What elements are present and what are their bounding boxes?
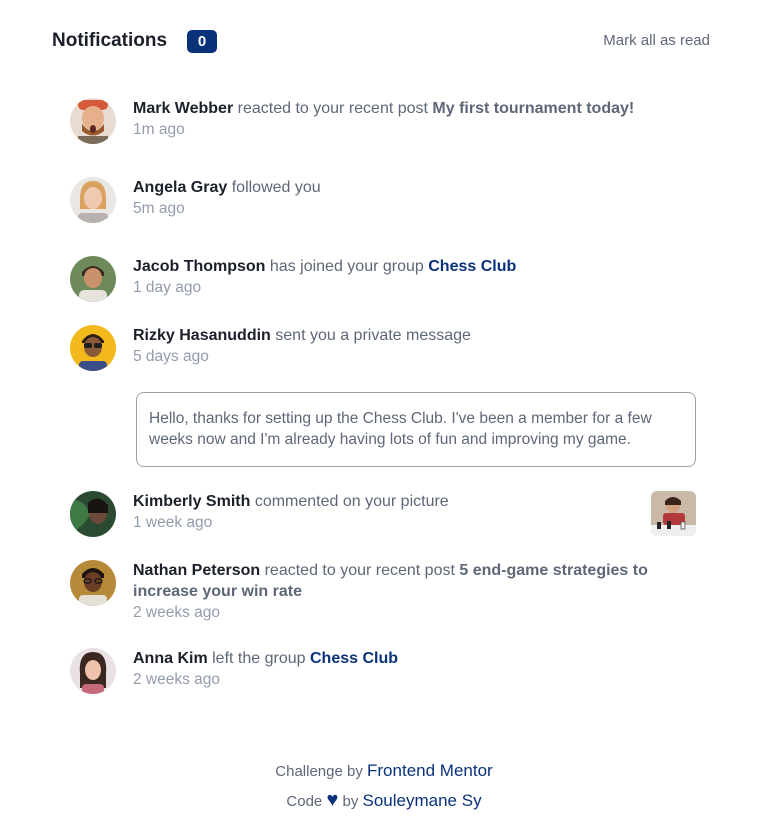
notification-time: 2 weeks ago — [133, 604, 221, 621]
user-name[interactable]: Kimberly Smith — [133, 493, 250, 510]
notification-content: Mark Webber reacted to your recent post … — [133, 98, 700, 140]
header: Notifications 0 Mark all as read — [52, 30, 712, 54]
notification-content: Anna Kim left the group Chess Club 2 wee… — [133, 648, 700, 690]
group-link[interactable]: Chess Club — [310, 650, 398, 667]
notification-content: Angela Gray followed you 5m ago — [133, 177, 700, 219]
notification-time: 1 day ago — [133, 279, 202, 296]
user-name[interactable]: Mark Webber — [133, 100, 233, 117]
notification-item[interactable]: Angela Gray followed you 5m ago — [70, 177, 700, 256]
attribution-footer: Challenge by Frontend Mentor Code ♥ by S… — [0, 756, 768, 816]
avatar-rizky-hasanuddin[interactable] — [70, 325, 116, 371]
chess-picture-thumbnail[interactable] — [651, 491, 696, 536]
notification-item[interactable]: Nathan Peterson reacted to your recent p… — [70, 560, 700, 648]
notification-content: Kimberly Smith commented on your picture… — [133, 491, 700, 533]
notification-action: has joined your group — [269, 258, 424, 275]
notification-time: 1 week ago — [133, 514, 213, 531]
avatar-angela-gray[interactable] — [70, 177, 116, 223]
author-link[interactable]: Souleymane Sy — [363, 791, 482, 810]
notification-action: commented on your picture — [254, 493, 449, 510]
notification-time: 1m ago — [133, 121, 185, 138]
avatar-anna-kim[interactable] — [70, 648, 116, 694]
avatar-jacob-thompson[interactable] — [70, 256, 116, 302]
private-message-preview[interactable]: Hello, thanks for setting up the Chess C… — [136, 392, 696, 467]
user-name[interactable]: Rizky Hasanuddin — [133, 327, 271, 344]
notification-content: Rizky Hasanuddin sent you a private mess… — [133, 325, 700, 367]
frontend-mentor-link[interactable]: Frontend Mentor — [367, 761, 493, 780]
notification-content: Jacob Thompson has joined your group Che… — [133, 256, 700, 298]
by-label: by — [342, 793, 359, 810]
notification-item[interactable]: Rizky Hasanuddin sent you a private mess… — [70, 325, 700, 375]
avatar-kimberly-smith[interactable] — [70, 491, 116, 537]
page-title: Notifications — [52, 30, 168, 51]
user-name[interactable]: Nathan Peterson — [133, 562, 260, 579]
challenge-prefix: Challenge by — [275, 763, 363, 780]
notification-time: 5 days ago — [133, 348, 209, 365]
user-name[interactable]: Jacob Thompson — [133, 258, 265, 275]
heart-icon: ♥ — [326, 789, 339, 811]
notification-item[interactable]: Kimberly Smith commented on your picture… — [70, 491, 700, 560]
avatar-mark-webber[interactable] — [70, 98, 116, 144]
user-name[interactable]: Angela Gray — [133, 179, 227, 196]
notification-action: reacted to your recent post — [237, 100, 428, 117]
notification-time: 5m ago — [133, 200, 185, 217]
notification-item[interactable]: Jacob Thompson has joined your group Che… — [70, 256, 700, 325]
notification-list: Mark Webber reacted to your recent post … — [70, 98, 700, 708]
mark-all-read-button[interactable]: Mark all as read — [603, 32, 710, 49]
notification-item[interactable]: Mark Webber reacted to your recent post … — [70, 98, 700, 177]
notification-item[interactable]: Anna Kim left the group Chess Club 2 wee… — [70, 648, 700, 708]
post-link[interactable]: My first tournament today! — [432, 100, 634, 117]
notification-time: 2 weeks ago — [133, 671, 221, 688]
notification-action: reacted to your recent post — [264, 562, 455, 579]
code-prefix: Code — [286, 793, 323, 810]
notification-action: followed you — [231, 179, 321, 196]
challenge-attribution: Challenge by Frontend Mentor — [0, 756, 768, 786]
unread-count-badge: 0 — [187, 30, 217, 53]
code-attribution: Code ♥ by Souleymane Sy — [0, 786, 768, 816]
avatar-nathan-peterson[interactable] — [70, 560, 116, 606]
notification-action: sent you a private message — [275, 327, 471, 344]
group-link[interactable]: Chess Club — [428, 258, 516, 275]
user-name[interactable]: Anna Kim — [133, 650, 208, 667]
notification-action: left the group — [212, 650, 306, 667]
notification-content: Nathan Peterson reacted to your recent p… — [133, 560, 700, 623]
